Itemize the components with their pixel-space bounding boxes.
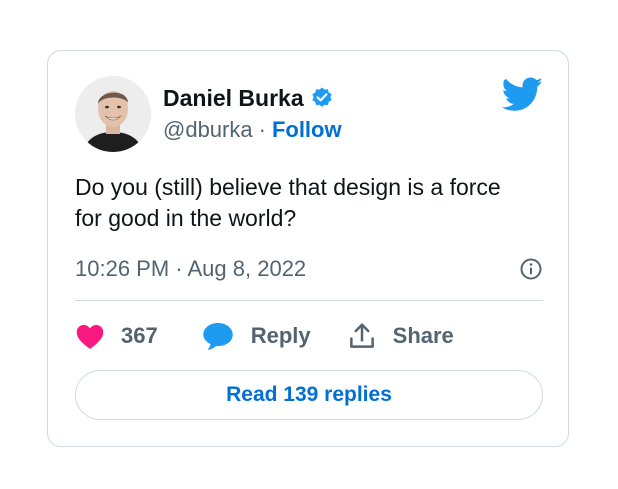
tweet-actions-bar: 367 Reply Share xyxy=(75,319,454,353)
follow-link[interactable]: Follow xyxy=(272,117,342,143)
like-button[interactable]: 367 xyxy=(75,323,158,350)
author-name[interactable]: Daniel Burka xyxy=(163,85,304,112)
share-upload-icon xyxy=(349,323,374,348)
twitter-bird-icon[interactable] xyxy=(503,77,543,111)
divider xyxy=(75,300,543,301)
tweet-meta-row: 10:26 PM · Aug 8, 2022 xyxy=(75,254,543,284)
share-label: Share xyxy=(392,323,454,348)
avatar[interactable] xyxy=(75,76,151,152)
reply-button[interactable]: Reply xyxy=(201,321,311,351)
tweet-timestamp[interactable]: 10:26 PM · Aug 8, 2022 xyxy=(75,256,306,282)
author-handle-row: @dburka · Follow xyxy=(163,115,342,145)
heart-icon xyxy=(76,324,104,349)
author-name-row: Daniel Burka xyxy=(163,83,334,113)
like-count: 367 xyxy=(121,323,158,348)
reply-label: Reply xyxy=(250,323,311,348)
info-icon[interactable] xyxy=(519,257,543,281)
tweet-text: Do you (still) believe that design is a … xyxy=(75,174,501,231)
share-button[interactable]: Share xyxy=(347,321,454,351)
tweet-embed-card: Daniel Burka @dburka · Follow Do you (st… xyxy=(47,50,569,447)
speech-bubble-icon xyxy=(202,323,233,350)
author-handle[interactable]: @dburka xyxy=(163,117,253,143)
read-replies-button[interactable]: Read 139 replies xyxy=(75,370,543,420)
separator-dot: · xyxy=(258,117,266,142)
verified-badge-icon xyxy=(312,87,332,107)
avatar-photo xyxy=(75,76,151,152)
